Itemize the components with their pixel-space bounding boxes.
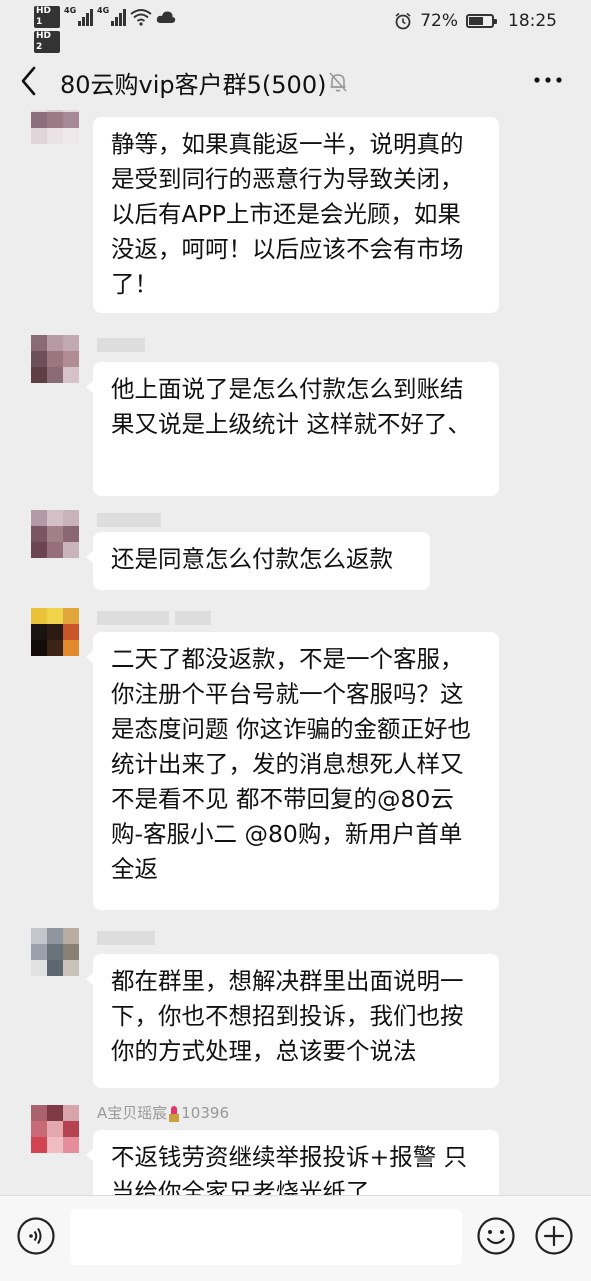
battery-icon — [466, 14, 497, 28]
message-bubble[interactable]: 静等，如果真能返一半，说明真的是受到同行的恶意行为导致关闭，以后有APP上市还是… — [93, 117, 499, 313]
message-bubble[interactable]: 都在群里，想解决群里出面说明一下，你也不想招到投诉，我们也按你的方式处理，总该要… — [86, 954, 499, 1088]
message-bubble[interactable]: 不返钱劳资继续举报投诉+报警 只当给你全家兄老烧光纸了 — [86, 1130, 499, 1195]
avatar[interactable] — [31, 510, 79, 558]
chat-header: 80云购vip客户群5(500) — [0, 52, 591, 110]
avatar[interactable] — [31, 110, 79, 144]
avatar[interactable] — [31, 1105, 79, 1153]
back-button[interactable] — [14, 62, 48, 100]
network-type-1: 4G — [64, 6, 77, 15]
signal-icon-2: 4G — [97, 6, 126, 26]
emoji-icon — [477, 1217, 515, 1255]
sender-name: A宝贝瑶宸 10396 — [97, 1104, 229, 1122]
avatar[interactable] — [31, 928, 79, 976]
avatar[interactable] — [31, 608, 79, 656]
sender-name — [97, 510, 167, 528]
lipstick-icon — [169, 1105, 180, 1122]
message-bubble[interactable]: 还是同意怎么付款怎么返款 — [86, 532, 430, 590]
voice-icon — [17, 1217, 55, 1255]
more-button[interactable] — [533, 68, 563, 92]
avatar[interactable] — [31, 335, 79, 383]
message-list[interactable]: 静等，如果真能返一半，说明真的是受到同行的恶意行为导致关闭，以后有APP上市还是… — [0, 110, 591, 1195]
network-type-2: 4G — [97, 6, 110, 15]
status-left: HD 1 HD 2 4G 4G — [34, 6, 176, 53]
status-right: 72% 18:25 — [394, 11, 557, 31]
alarm-icon — [395, 12, 411, 30]
input-bar — [0, 1195, 591, 1281]
battery-percent: 72% — [420, 11, 458, 31]
wifi-icon — [130, 9, 152, 26]
back-icon — [21, 66, 36, 96]
sender-name — [97, 335, 151, 353]
emoji-button[interactable] — [476, 1216, 516, 1256]
hd-badge-1: HD 1 — [34, 6, 60, 28]
plus-icon — [535, 1217, 573, 1255]
signal-icon: 4G — [64, 6, 93, 26]
status-bar: HD 1 HD 2 4G 4G 72% 18:25 — [0, 0, 591, 53]
clock: 18:25 — [508, 11, 557, 31]
plus-button[interactable] — [534, 1216, 574, 1256]
more-icon — [534, 77, 562, 83]
message-input[interactable] — [70, 1209, 462, 1265]
message-bubble[interactable]: 二天了都没返款，不是一个客服，你注册个平台号就一个客服吗？这是态度问题 你这诈骗… — [86, 632, 499, 910]
sender-name — [97, 928, 161, 946]
cloud-icon — [156, 11, 176, 23]
hd-badge-2: HD 2 — [34, 31, 60, 53]
message-bubble[interactable]: 他上面说了是怎么付款怎么到账结果又说是上级统计 这样就不好了、 — [86, 362, 499, 496]
sender-name — [97, 608, 217, 626]
mute-bell-icon — [329, 72, 347, 92]
voice-button[interactable] — [16, 1216, 56, 1256]
chat-title: 80云购vip客户群5(500) — [60, 71, 327, 99]
